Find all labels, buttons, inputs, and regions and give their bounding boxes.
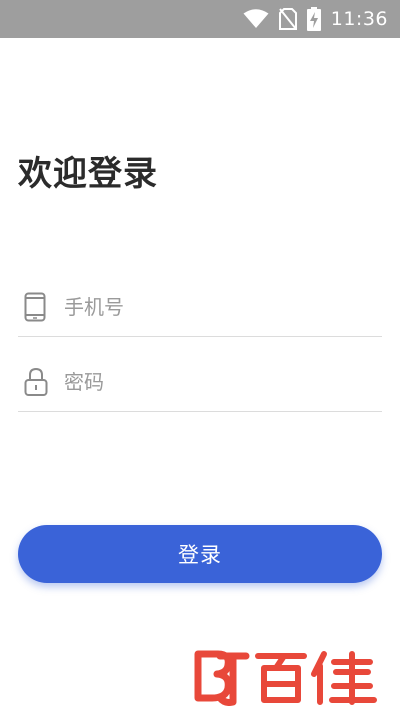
phone-input[interactable]: [58, 294, 358, 319]
phone-field: [18, 277, 382, 337]
phone-icon: [18, 292, 58, 322]
password-input[interactable]: [58, 369, 358, 394]
page-title: 欢迎登录: [18, 154, 158, 194]
password-field: [18, 352, 382, 412]
no-sim-icon: [278, 8, 297, 30]
login-button[interactable]: 登录: [18, 525, 382, 583]
status-time: 11:36: [330, 8, 388, 30]
lock-icon: [18, 367, 58, 397]
login-screen: 11:36 欢迎登录 登录: [0, 0, 400, 720]
wifi-icon: [243, 9, 269, 29]
battery-charging-icon: [306, 7, 321, 31]
brand-watermark-logo: [192, 648, 382, 710]
status-bar: 11:36: [0, 0, 400, 38]
